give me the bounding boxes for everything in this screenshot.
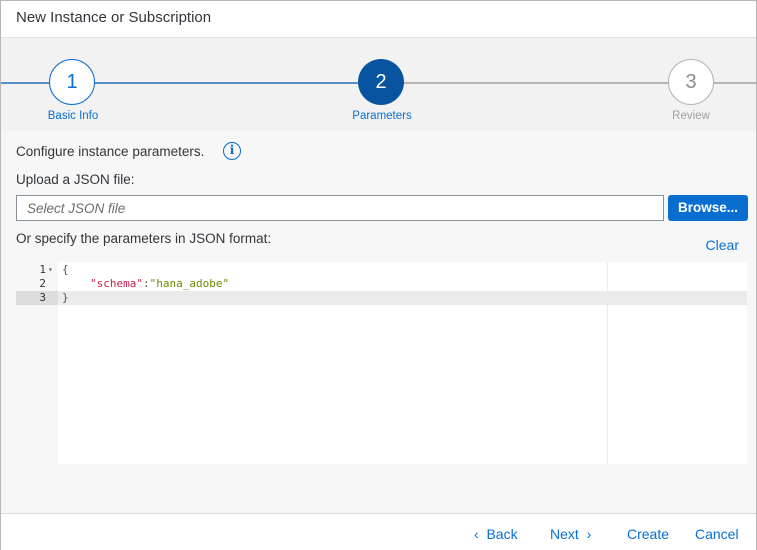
editor-line: 2 "schema":"hana_adobe" xyxy=(16,277,747,291)
json-value: "hana_adobe" xyxy=(149,277,230,290)
step-3-label: Review xyxy=(672,110,710,122)
json-label: Or specify the parameters in JSON format… xyxy=(16,231,272,246)
editor-line: 1 ▾ { xyxy=(16,263,747,277)
fold-arrow-icon[interactable]: ▾ xyxy=(48,263,53,277)
dialog-header: New Instance or Subscription xyxy=(1,1,756,38)
json-editor[interactable]: 1 ▾ { 2 "schema":"hana_adobe" 3 } xyxy=(16,262,747,464)
line-number: 3 xyxy=(16,291,58,305)
json-separator: : xyxy=(142,277,150,290)
chevron-left-icon: ‹ xyxy=(474,526,479,542)
chevron-right-icon: › xyxy=(586,526,592,542)
code-text: { xyxy=(62,263,69,276)
back-label: Back xyxy=(486,526,518,542)
file-input[interactable]: Select JSON file xyxy=(16,195,664,221)
step-2-parameters[interactable]: 2 xyxy=(358,59,404,105)
step-1-basic-info[interactable]: 1 xyxy=(49,59,95,105)
dialog-footer: ‹ Back Next › Create Cancel xyxy=(1,513,756,550)
clear-button[interactable]: Clear xyxy=(706,237,739,253)
create-button[interactable]: Create xyxy=(627,526,669,542)
next-button[interactable]: Next › xyxy=(550,526,591,542)
step-2-label: Parameters xyxy=(352,110,412,122)
info-icon[interactable]: i xyxy=(223,142,241,160)
intro-text: Configure instance parameters. xyxy=(16,144,205,159)
wizard-progress: 1 Basic Info 2 Parameters 3 Review xyxy=(1,38,756,131)
browse-button[interactable]: Browse... xyxy=(668,195,748,221)
next-label: Next xyxy=(550,526,579,542)
back-button[interactable]: ‹ Back xyxy=(474,526,518,542)
editor-line-active: 3 } xyxy=(16,291,747,305)
step-3-review: 3 xyxy=(668,59,714,105)
json-key: "schema" xyxy=(90,277,143,290)
dialog-title: New Instance or Subscription xyxy=(16,9,212,26)
step-1-label[interactable]: Basic Info xyxy=(13,110,133,122)
cancel-button[interactable]: Cancel xyxy=(695,526,739,542)
code-text: } xyxy=(62,291,69,304)
dialog: New Instance or Subscription 1 Basic Inf… xyxy=(0,0,757,550)
line-number: 2 xyxy=(39,277,46,290)
line-number: 1 xyxy=(39,263,46,276)
upload-label: Upload a JSON file: xyxy=(16,172,135,187)
